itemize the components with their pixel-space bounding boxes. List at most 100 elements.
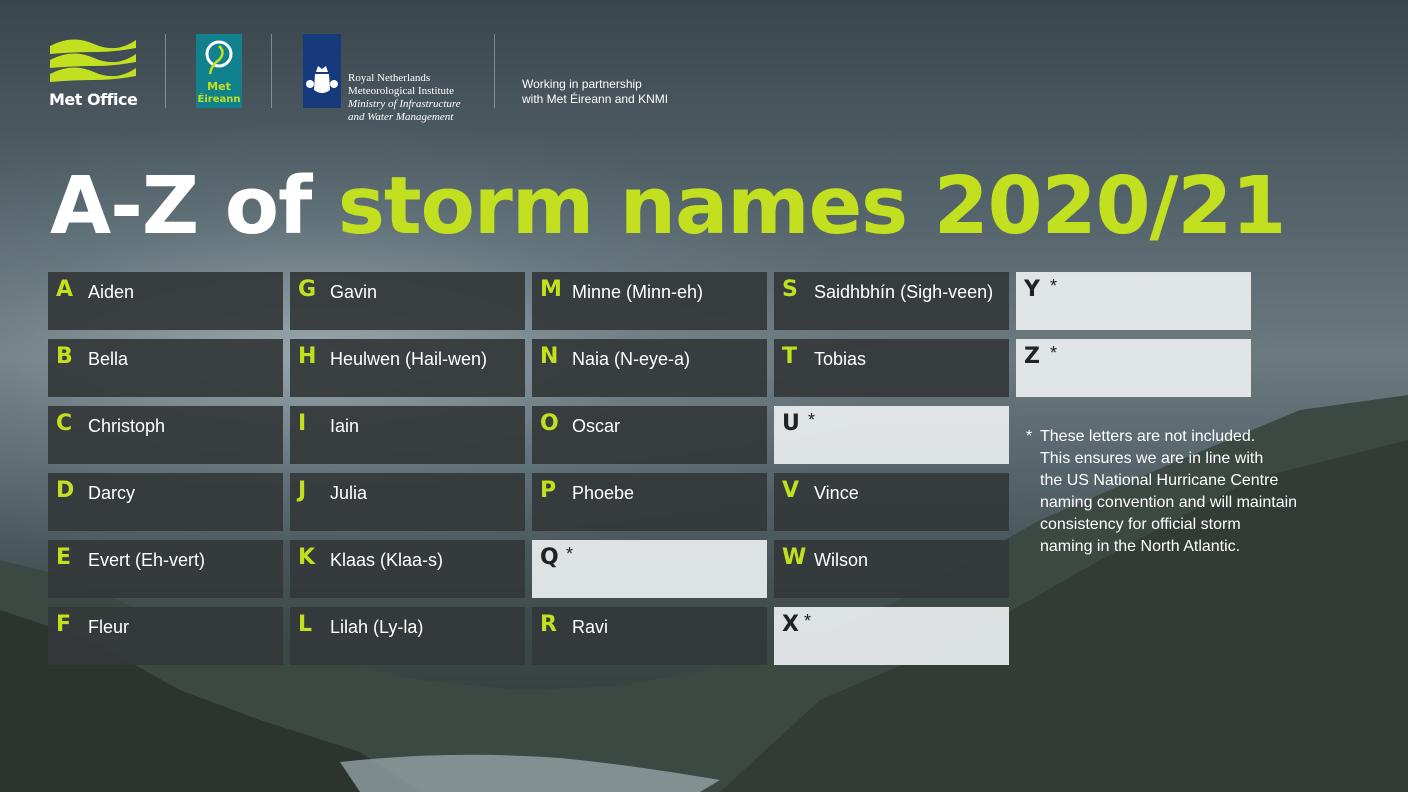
knmi-emblem: [303, 34, 341, 108]
storm-name: Aiden: [88, 282, 135, 302]
knmi-line: Meteorological Institute: [348, 85, 454, 97]
note-asterisk: *: [1026, 428, 1033, 445]
storm-name: Phoebe: [572, 483, 635, 503]
title-green-part: storm names 2020/21: [337, 160, 1286, 252]
storm-cell-r: R Ravi: [532, 607, 767, 665]
met-eireann-label-1: Met: [207, 80, 231, 93]
storm-letter: P: [540, 478, 557, 503]
storm-letter: D: [56, 478, 75, 503]
storm-name: Evert (Eh-vert): [88, 550, 206, 570]
storm-name: Minne (Minn-eh): [572, 282, 704, 302]
storm-letter: C: [56, 411, 73, 436]
storm-letter: M: [540, 277, 562, 302]
met-eireann-label-2: Éireann: [198, 92, 241, 105]
storm-name: Gavin: [330, 282, 378, 302]
storm-letter: Z: [1024, 344, 1040, 369]
storm-cell-g: G Gavin: [290, 272, 525, 330]
logo-divider: [165, 34, 166, 108]
storm-letter: H: [298, 344, 317, 369]
storm-letter: A: [56, 277, 74, 302]
storm-cell-t: T Tobias: [774, 339, 1009, 397]
storm-cell-a: A Aiden: [48, 272, 283, 330]
storm-name: Tobias: [814, 349, 867, 369]
storm-cell-b: B Bella: [48, 339, 283, 397]
storm-cell-y: Y *: [1016, 272, 1251, 330]
storm-cell-n: N Naia (N-eye-a): [532, 339, 767, 397]
storm-name: Wilson: [814, 550, 869, 570]
storm-letter: J: [298, 478, 307, 503]
excluded-asterisk: *: [804, 611, 812, 631]
met-office-wordmark: Met Office: [49, 90, 138, 109]
storm-cell-u: U *: [774, 406, 1009, 464]
knmi-line: Royal Netherlands: [348, 72, 431, 84]
storm-letter: Q: [540, 545, 559, 570]
storm-cell-m: M Minne (Minn-eh): [532, 272, 767, 330]
storm-name: Bella: [88, 349, 129, 369]
excluded-asterisk: *: [566, 544, 574, 564]
met-eireann-swirl-icon: Met Éireann: [198, 40, 241, 105]
storm-letter: Y: [1024, 277, 1040, 302]
storm-name: Darcy: [88, 483, 136, 503]
storm-letter: N: [540, 344, 559, 369]
storm-letter: G: [298, 277, 317, 302]
storm-cell-o: O Oscar: [532, 406, 767, 464]
page-title: A-Z of storm names 2020/21: [50, 160, 1286, 252]
storm-letter: I: [298, 411, 307, 436]
knmi-line: Ministry of Infrastructure: [348, 98, 461, 110]
storm-cell-d: D Darcy: [48, 473, 283, 531]
storm-letter: O: [540, 411, 559, 436]
storm-letter: F: [56, 612, 72, 637]
storm-name: Oscar: [572, 416, 621, 436]
logo-divider: [271, 34, 272, 108]
note-line: naming in the North Atlantic.: [1040, 538, 1241, 555]
storm-name: Vince: [814, 483, 859, 503]
storm-letter: R: [540, 612, 557, 637]
storm-cell-w: W Wilson: [774, 540, 1009, 598]
storm-cell-f: F Fleur: [48, 607, 283, 665]
storm-cell-e: E Evert (Eh-vert): [48, 540, 283, 598]
storm-name: Heulwen (Hail-wen): [330, 349, 488, 369]
storm-cell-l: L Lilah (Ly-la): [290, 607, 525, 665]
storm-cell-h: H Heulwen (Hail-wen): [290, 339, 525, 397]
storm-letter: V: [782, 478, 800, 503]
excluded-asterisk: *: [808, 410, 816, 430]
storm-name: Naia (N-eye-a): [572, 349, 691, 369]
royal-crest-icon: [306, 66, 338, 93]
storm-letter: W: [782, 545, 807, 570]
note-line: This ensures we are in line with: [1040, 450, 1264, 467]
storm-cell-v: V Vince: [774, 473, 1009, 531]
storm-name: Saidhbhín (Sigh-veen): [814, 282, 994, 302]
storm-name: Klaas (Klaa-s): [330, 550, 444, 570]
storm-cell-s: S Saidhbhín (Sigh-veen): [774, 272, 1009, 330]
partnership-line: with Met Éireann and KNMI: [522, 92, 669, 106]
storm-letter: E: [56, 545, 72, 570]
storm-cell-k: K Klaas (Klaa-s): [290, 540, 525, 598]
storm-cell-p: P Phoebe: [532, 473, 767, 531]
storm-cell-i: I Iain: [290, 406, 525, 464]
title-white-part: A-Z of: [50, 160, 338, 252]
storm-letter: K: [298, 545, 316, 570]
logo-divider: [494, 34, 495, 108]
storm-cell-x: X *: [774, 607, 1009, 665]
storm-letter: B: [56, 344, 73, 369]
excluded-asterisk: *: [1050, 276, 1058, 296]
note-line: consistency for official storm: [1040, 516, 1241, 533]
knmi-name: Royal Netherlands Meteorological Institu…: [348, 72, 461, 124]
note-line: naming convention and will maintain: [1040, 494, 1298, 511]
storm-letter: U: [782, 411, 800, 436]
storm-name: Fleur: [88, 617, 130, 637]
storm-cell-q: Q *: [532, 540, 767, 598]
note-line: These letters are not included.: [1040, 428, 1256, 445]
note-line: the US National Hurricane Centre: [1040, 472, 1279, 489]
storm-name: Ravi: [572, 617, 609, 637]
storm-letter: X: [782, 612, 799, 637]
storm-name: Christoph: [88, 416, 166, 436]
storm-name: Julia: [330, 483, 368, 503]
storm-letter: T: [782, 344, 798, 369]
partnership-note: Working in partnership with Met Éireann …: [522, 77, 668, 107]
storm-letter: S: [782, 277, 798, 302]
storm-name: Iain: [330, 416, 360, 436]
excluded-asterisk: *: [1050, 343, 1058, 363]
note-text: These letters are not included. This ens…: [1040, 426, 1340, 558]
storm-cell-z: Z *: [1016, 339, 1251, 397]
